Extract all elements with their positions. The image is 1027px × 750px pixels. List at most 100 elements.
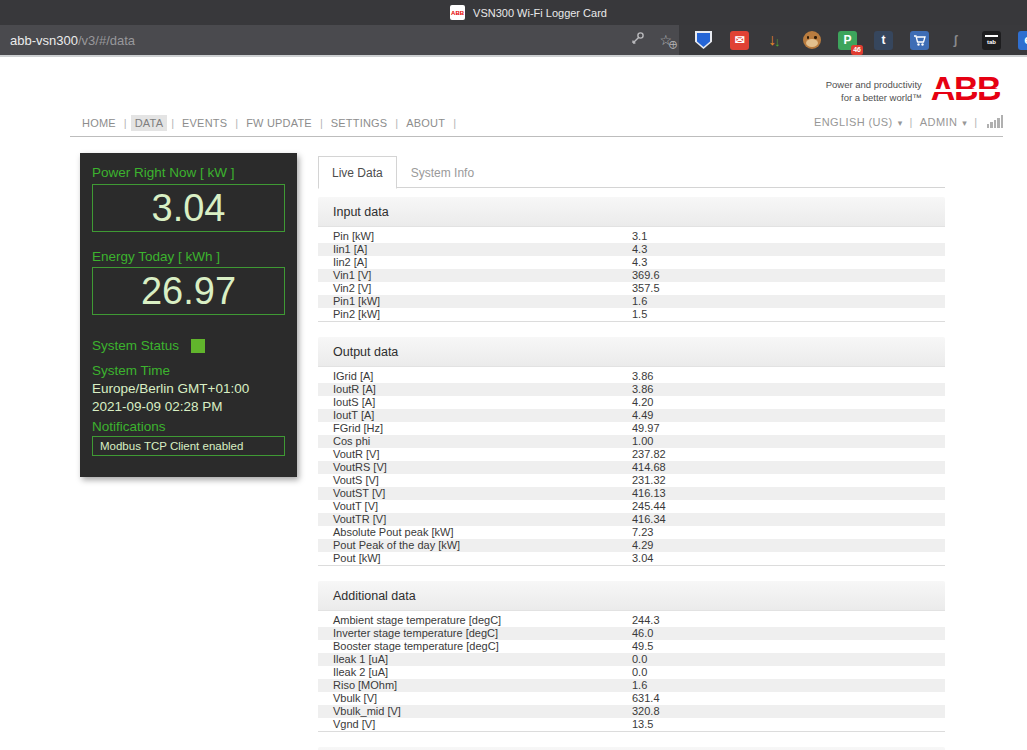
nav-item-fw-update[interactable]: FW UPDATE bbox=[242, 115, 316, 131]
row-label: Pout [kW] bbox=[333, 552, 381, 565]
monkey-extension-icon[interactable] bbox=[802, 31, 821, 50]
row-label: Riso [MOhm] bbox=[333, 679, 397, 692]
table-row: Vbulk [V]631.4 bbox=[318, 692, 945, 705]
row-value: 414.68 bbox=[632, 461, 666, 474]
language-dropdown[interactable]: ENGLISH (US)▾ bbox=[814, 116, 903, 128]
browser-toolbar: abb-vsn300/v3/#/data ☆⨁ ✉ ↓↓ P46 t ʃtabe bbox=[0, 25, 1027, 55]
row-label: IGrid [A] bbox=[333, 370, 373, 383]
table-row: Ambient stage temperature [degC] 244.3 bbox=[318, 614, 945, 627]
status-sidebar: Power Right Now [ kW ] 3.04 Energy Today… bbox=[80, 153, 297, 477]
row-value: 244.3 bbox=[632, 614, 660, 627]
edge-extension-icon[interactable]: e bbox=[1018, 31, 1027, 50]
table-row: Pin2 [kW]1.5 bbox=[318, 308, 945, 321]
shield-shape-inner bbox=[697, 33, 710, 47]
row-label: IoutT [A] bbox=[333, 409, 374, 422]
row-label: Iin1 [A] bbox=[333, 243, 367, 256]
row-label: Inverter stage temperature [degC] bbox=[333, 627, 498, 640]
row-value: 320.8 bbox=[632, 705, 660, 718]
row-label: Vin1 [V] bbox=[333, 269, 371, 282]
nav-item-events[interactable]: EVENTS bbox=[178, 115, 231, 131]
row-label: Ambient stage temperature [degC] bbox=[333, 614, 501, 627]
cart-glyph bbox=[913, 34, 926, 47]
row-value: 46.0 bbox=[632, 627, 653, 640]
abb-logo-text: ABB bbox=[931, 69, 1000, 107]
row-value: 4.29 bbox=[632, 539, 653, 552]
nav-item-home[interactable]: HOME bbox=[78, 115, 120, 131]
admin-dropdown[interactable]: ADMIN▾ bbox=[920, 116, 967, 128]
row-value: 416.34 bbox=[632, 513, 666, 526]
table-row: Inverter stage temperature [degC] 46.0 bbox=[318, 627, 945, 640]
system-time-label: System Time bbox=[92, 363, 285, 378]
green-arrow: ↓ bbox=[774, 34, 781, 49]
row-value: 369.6 bbox=[632, 269, 660, 282]
tab-extension-icon[interactable]: tab bbox=[982, 31, 1001, 50]
download-arrow-extension-icon[interactable]: ↓↓ bbox=[766, 31, 785, 50]
row-label: Pout Peak of the day [kW] bbox=[333, 539, 460, 552]
green-p-extension-icon[interactable]: P46 bbox=[838, 31, 857, 50]
tumblr-extension-icon[interactable]: t bbox=[874, 31, 893, 50]
table-row: IoutS [A]4.20 bbox=[318, 396, 945, 409]
section-header: Output data bbox=[318, 337, 945, 367]
datetime-value: 2021-09-09 02:28 PM bbox=[92, 399, 285, 414]
row-value: 4.20 bbox=[632, 396, 653, 409]
row-value: 357.5 bbox=[632, 282, 660, 295]
row-value: 4.3 bbox=[632, 243, 647, 256]
monkey-eye bbox=[814, 36, 817, 39]
row-label: FGrid [Hz] bbox=[333, 422, 383, 435]
address-bar[interactable]: abb-vsn300/v3/#/data ☆⨁ bbox=[0, 25, 679, 55]
table-row: Booster stage temperature [degC] 49.5 bbox=[318, 640, 945, 653]
row-label: Vgnd [V] bbox=[333, 718, 375, 731]
row-label: VoutRS [V] bbox=[333, 461, 387, 474]
nav-separator: | bbox=[453, 117, 456, 129]
energy-today-value: 26.97 bbox=[141, 270, 236, 313]
tab-title: VSN300 Wi-Fi Logger Card bbox=[473, 7, 607, 19]
shield-extension-icon[interactable] bbox=[694, 31, 713, 50]
row-value: 49.5 bbox=[632, 640, 653, 653]
language-label: ENGLISH (US) bbox=[814, 116, 893, 128]
data-table: Ambient stage temperature [degC]244.3Inv… bbox=[318, 614, 945, 732]
bookmark-star-icon[interactable]: ☆⨁ bbox=[659, 32, 672, 48]
nav-item-about[interactable]: ABOUT bbox=[402, 115, 449, 131]
nav-items: HOME|DATA|EVENTS|FW UPDATE|SETTINGS|ABOU… bbox=[78, 115, 460, 131]
mail-extension-icon[interactable]: ✉ bbox=[730, 31, 749, 50]
timezone-value: Europe/Berlin GMT+01:00 bbox=[92, 381, 285, 396]
notification-message: Modbus TCP Client enabled bbox=[92, 436, 285, 456]
row-label: VoutR [V] bbox=[333, 448, 379, 461]
row-label: Booster stage temperature [degC] bbox=[333, 640, 499, 653]
section-input-data: Input dataPin [kW]3.1Iin1 [A]4.3Iin2 [A]… bbox=[318, 197, 945, 322]
tab-icon-bar bbox=[985, 35, 998, 37]
browser-titlebar: ABB VSN300 Wi-Fi Logger Card bbox=[0, 0, 1027, 25]
row-value: 0.0 bbox=[632, 653, 647, 666]
row-label: Absolute Pout peak [kW] bbox=[333, 526, 453, 539]
extension-badge: 46 bbox=[851, 45, 863, 55]
s-extension-icon[interactable]: ʃ bbox=[946, 31, 965, 50]
browser-tab[interactable]: ABB VSN300 Wi-Fi Logger Card bbox=[450, 5, 607, 20]
row-value: 0.0 bbox=[632, 666, 647, 679]
shield-shape bbox=[695, 31, 712, 49]
main-content: Live DataSystem Info Input dataPin [kW]3… bbox=[318, 155, 945, 750]
signal-strength-icon bbox=[987, 115, 1004, 128]
nav-separator: | bbox=[910, 116, 913, 128]
row-label: Vbulk [V] bbox=[333, 692, 377, 705]
nav-separator: | bbox=[320, 117, 323, 129]
cart-extension-icon[interactable] bbox=[910, 31, 929, 50]
power-now-value: 3.04 bbox=[152, 187, 226, 230]
row-label: Vbulk_mid [V] bbox=[333, 705, 401, 718]
nav-item-settings[interactable]: SETTINGS bbox=[327, 115, 392, 131]
url-text[interactable]: abb-vsn300/v3/#/data bbox=[0, 33, 630, 48]
row-label: Ileak 1 [uA] bbox=[333, 653, 388, 666]
row-label: Cos phi bbox=[333, 435, 370, 448]
tab-live-data[interactable]: Live Data bbox=[318, 156, 397, 189]
key-icon[interactable] bbox=[630, 31, 645, 49]
table-row: Pout Peak of the day [kW] 4.29 bbox=[318, 539, 945, 552]
tagline-line1: Power and productivity bbox=[826, 78, 922, 91]
row-label: Ileak 2 [uA] bbox=[333, 666, 388, 679]
tab-system-info[interactable]: System Info bbox=[397, 156, 488, 189]
table-row: FGrid [Hz]49.97 bbox=[318, 422, 945, 435]
row-value: 3.04 bbox=[632, 552, 653, 565]
monkey-eye bbox=[807, 36, 810, 39]
star-gear-icon: ⨁ bbox=[669, 40, 677, 49]
nav-item-data[interactable]: DATA bbox=[131, 115, 168, 131]
address-bar-icons: ☆⨁ bbox=[630, 31, 679, 49]
row-value: 1.5 bbox=[632, 308, 647, 321]
